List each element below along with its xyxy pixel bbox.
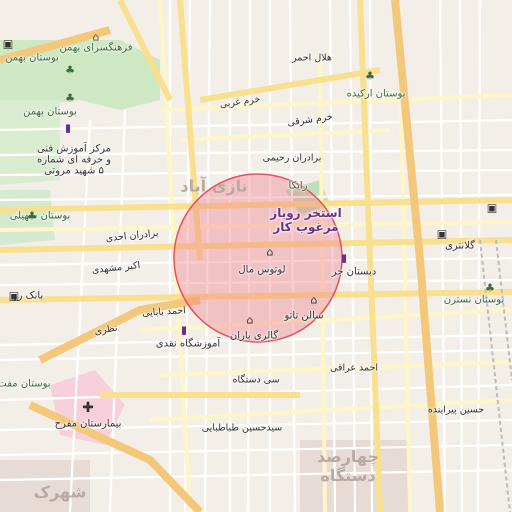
label-bostan-nastaran[interactable]: بوستان نسترن [444,295,505,306]
map-base [0,0,512,512]
label-galantari[interactable]: گلانتری [445,241,475,252]
bag-icon[interactable]: ⌂ [267,247,274,258]
tree-icon: ♣ [365,69,375,83]
label-baradaran-rahimi[interactable]: برادران رحیمی [263,153,322,164]
map-canvas[interactable]: فرهنگسرای بهمن بوستان بهمن بوستان بهمن م… [0,0,512,512]
label-seyed-hossein[interactable]: سیدحسین طباطبایی [202,423,283,434]
plus-icon[interactable]: ✚ [82,401,94,415]
label-chaharsad-dastgah: چهارصد دستگاه [316,447,380,485]
label-si-dastgah[interactable]: سی دستگاه [232,375,279,386]
tree-icon: ♣ [27,209,37,223]
label-ahmad-eraghi[interactable]: احمد عراقی [330,363,378,374]
label-lotus-mall[interactable]: لوتوس مال [238,265,285,276]
label-tech-center[interactable]: مرکز آموزش فنی و حرفه ای شماره ۵ شهید مر… [37,144,111,177]
label-hilal-ahmar[interactable]: هلال احمر [292,53,332,64]
label-arkideh-park[interactable]: بوستان ارکیده [347,89,406,100]
school-icon[interactable]: ▮ [65,123,71,134]
culture-icon[interactable]: ⌂ [93,32,100,43]
school-icon[interactable]: ▮ [341,253,347,264]
bus-icon[interactable]: ▣ [3,39,13,50]
label-mofarrah-hospital[interactable]: بیمارستان مفرح [55,419,122,430]
label-gallery-baran[interactable]: گالری باران [230,331,278,342]
bus-icon[interactable]: ▣ [9,291,19,302]
label-hossein-pirayandeh[interactable]: حسین پیراینده [428,405,484,416]
label-bahman-park[interactable]: بوستان بهمن [23,107,77,118]
label-mofatteh-park[interactable]: بوستان مفت [0,379,51,390]
school-icon[interactable]: ▮ [181,325,187,336]
bag-icon[interactable]: ⌂ [311,295,318,306]
tree-icon: ♣ [485,281,495,295]
label-dabestan-jar[interactable]: دبستان جر [332,267,376,278]
tree-icon: ♣ [65,63,75,77]
tree-icon: ♣ [65,91,75,105]
label-shahrak: شهرک [33,482,87,502]
label-restaurant[interactable]: استخر روباز مرغوب کار [270,206,341,234]
bag-icon[interactable]: ⌂ [247,315,254,326]
bus-icon[interactable]: ▣ [487,203,497,214]
label-naziabad: نازی آباد [180,176,248,196]
label-bahman-culture[interactable]: فرهنگسرای بهمن [59,43,132,54]
label-rayka[interactable]: رایکا [289,181,308,192]
label-amozeshgah-naqdi[interactable]: آموزشگاه نقدی [156,339,220,350]
bus-icon[interactable]: ▣ [437,229,447,240]
label-bahman-park-top[interactable]: بوستان بهمن [5,53,59,64]
label-sale-tato[interactable]: سالن تاتو [284,311,323,322]
label-soheili-park[interactable]: بوستان سهیلی [10,211,71,222]
